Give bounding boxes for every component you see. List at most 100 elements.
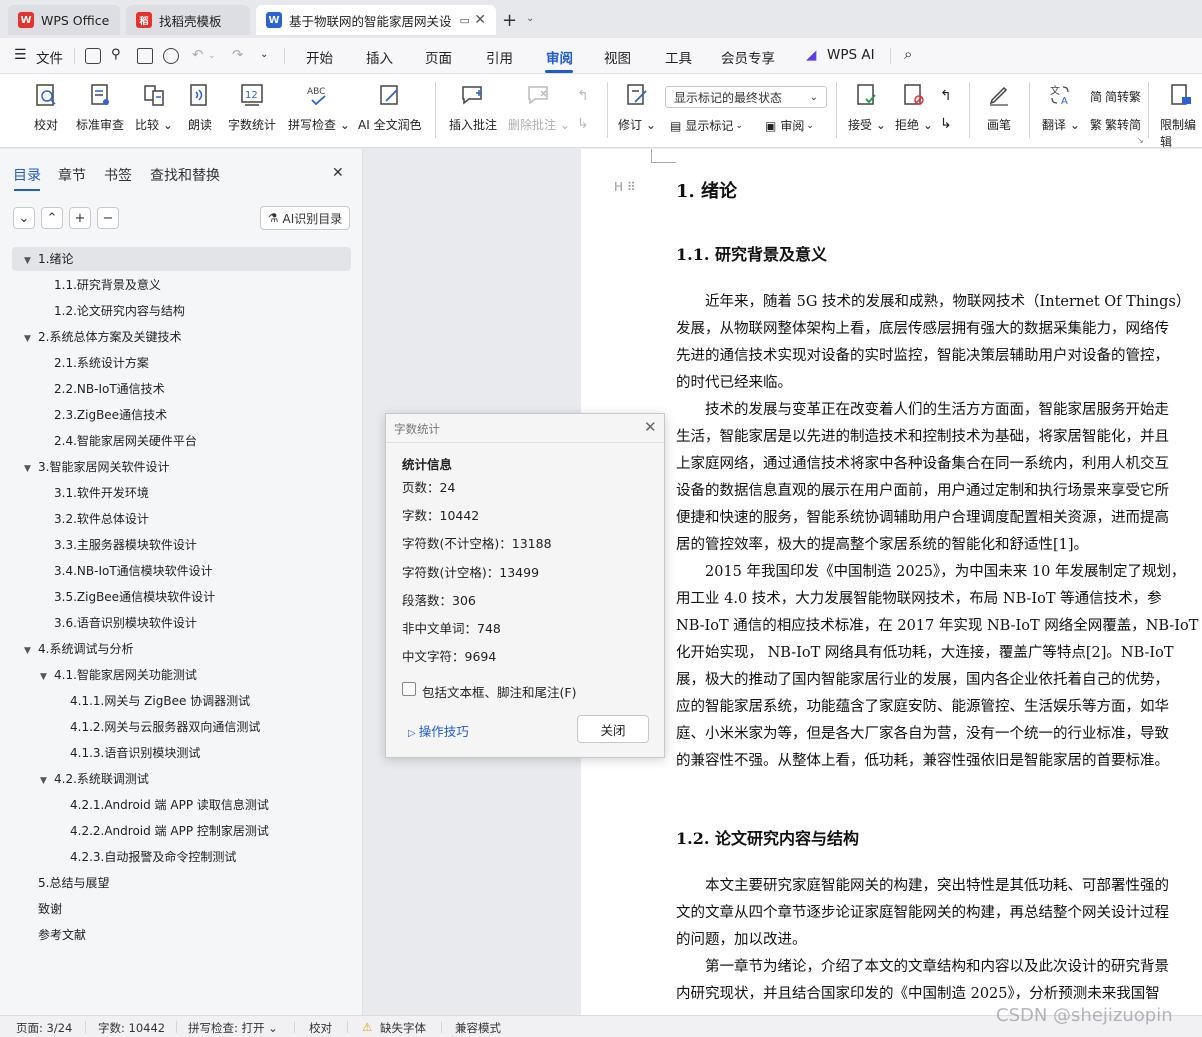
toc-item[interactable]: 3.2.软件总体设计 bbox=[40, 507, 149, 531]
ai-toc-button[interactable]: ⚗ AI识别目录 bbox=[260, 206, 350, 230]
toc-item[interactable]: 4.1.1.网关与 ZigBee 协调器测试 bbox=[56, 689, 250, 713]
expand-triangle-icon[interactable]: ▼ bbox=[40, 665, 54, 689]
toc-item[interactable]: 1.1.研究背景及意义 bbox=[40, 273, 161, 297]
track-changes-button[interactable]: 修订 ⌄ bbox=[618, 82, 656, 133]
plus-icon[interactable]: + bbox=[502, 10, 517, 31]
menu-member[interactable]: 会员专享 bbox=[721, 47, 775, 67]
toc-item[interactable]: ▼ 1.绪论 bbox=[24, 247, 73, 271]
tab-template[interactable]: 稻 找稻壳模板 bbox=[126, 5, 250, 35]
translate-button[interactable]: 文A 翻译 ⌄ bbox=[1042, 82, 1080, 133]
toc-item[interactable]: 参考文献 bbox=[24, 923, 86, 947]
restrict-editing-button[interactable]: 限制编辑 bbox=[1160, 82, 1202, 150]
tab-bookmarks[interactable]: 书签 bbox=[104, 165, 132, 185]
compare-button[interactable]: 比较 ⌄ bbox=[135, 82, 173, 133]
link-icon[interactable]: ⚲ bbox=[111, 47, 121, 62]
toc-item[interactable]: ▼ 3.智能家居网关软件设计 bbox=[24, 455, 169, 479]
tab-wps-office[interactable]: W WPS Office bbox=[8, 5, 120, 35]
chevron-down-icon[interactable]: ⌄ bbox=[526, 13, 534, 24]
toc-item[interactable]: 3.3.主服务器模块软件设计 bbox=[40, 533, 197, 557]
simplified-to-traditional-button[interactable]: 简简转繁 bbox=[1090, 88, 1141, 105]
demote-level-button[interactable]: − bbox=[97, 207, 119, 229]
menu-home[interactable]: 开始 bbox=[306, 47, 333, 67]
toc-item[interactable]: 4.2.1.Android 端 APP 读取信息测试 bbox=[56, 793, 269, 817]
expand-triangle-icon[interactable]: ▼ bbox=[24, 457, 38, 481]
insert-comment-button[interactable]: 插入批注 bbox=[449, 82, 497, 133]
markup-state-select[interactable]: 显示标记的最终状态 ⌄ bbox=[665, 86, 827, 108]
word-count-button[interactable]: 12 字数统计 bbox=[228, 82, 276, 133]
toc-item[interactable]: ▼ 4.2.系统联调测试 bbox=[40, 767, 149, 791]
tab-document[interactable]: W 基于物联网的智能家居网关设 ▭ ✕ bbox=[256, 5, 496, 35]
tab-find-replace[interactable]: 查找和替换 bbox=[150, 165, 220, 185]
menu-tools[interactable]: 工具 bbox=[665, 47, 692, 67]
menu-references[interactable]: 引用 bbox=[486, 47, 513, 67]
status-spellcheck[interactable]: 拼写检查: 打开 ⌄ bbox=[188, 1020, 278, 1036]
hamburger-icon[interactable]: ☰ bbox=[14, 47, 27, 63]
next-comment-icon[interactable]: ↳ bbox=[577, 116, 589, 132]
menu-page[interactable]: 页面 bbox=[425, 47, 452, 67]
menu-file[interactable]: 文件 bbox=[36, 47, 63, 67]
close-button[interactable]: 关闭 bbox=[577, 715, 649, 743]
proofread-button[interactable]: 校对 bbox=[33, 82, 59, 133]
toc-item[interactable]: 3.5.ZigBee通信模块软件设计 bbox=[40, 585, 215, 609]
toc-item[interactable]: ▼ 2.系统总体方案及关键技术 bbox=[24, 325, 181, 349]
toc-item[interactable]: 2.1.系统设计方案 bbox=[40, 351, 149, 375]
reject-button[interactable]: 拒绝 ⌄ bbox=[895, 82, 933, 133]
status-page[interactable]: 页面: 3/24 bbox=[16, 1020, 72, 1036]
toc-item[interactable]: 5.总结与展望 bbox=[24, 871, 109, 895]
toc-item[interactable]: 2.4.智能家居网关硬件平台 bbox=[40, 429, 197, 453]
review-pane-button[interactable]: ▣ 审阅 ⌄ bbox=[765, 117, 814, 134]
expand-all-button[interactable]: ⌄ bbox=[13, 207, 35, 229]
tab-chapters[interactable]: 章节 bbox=[58, 165, 86, 185]
close-icon[interactable]: ✕ bbox=[474, 12, 486, 28]
next-change-icon[interactable]: ↳ bbox=[940, 116, 952, 132]
menu-insert[interactable]: 插入 bbox=[366, 47, 393, 67]
heading-handle-icon[interactable]: H ⠿ bbox=[614, 180, 636, 194]
toc-item[interactable]: 3.1.软件开发环境 bbox=[40, 481, 149, 505]
print-icon[interactable] bbox=[137, 48, 153, 64]
pen-button[interactable]: 画笔 bbox=[986, 82, 1012, 133]
menu-wps-ai[interactable]: WPS AI bbox=[827, 47, 875, 63]
delete-comment-button[interactable]: 删除批注 ⌄ bbox=[508, 82, 570, 133]
save-icon[interactable] bbox=[85, 48, 101, 64]
close-icon[interactable]: ✕ bbox=[644, 418, 657, 436]
tab-toc[interactable]: 目录 bbox=[13, 165, 41, 185]
toc-item[interactable]: 致谢 bbox=[24, 897, 62, 921]
chevron-down-icon[interactable]: ⌄ bbox=[208, 51, 216, 61]
status-proof[interactable]: 校对 bbox=[309, 1020, 332, 1036]
toc-item[interactable]: 4.2.2.Android 端 APP 控制家居测试 bbox=[56, 819, 269, 843]
redo-icon[interactable]: ↷ bbox=[232, 47, 243, 63]
prev-change-icon[interactable]: ↰ bbox=[940, 88, 952, 104]
toc-item[interactable]: 3.6.语音识别模块软件设计 bbox=[40, 611, 197, 635]
undo-icon[interactable]: ↶ bbox=[192, 47, 203, 63]
toc-item[interactable]: ▼ 4.1.智能家居网关功能测试 bbox=[40, 663, 197, 687]
collapse-all-button[interactable]: ⌃ bbox=[41, 207, 63, 229]
traditional-to-simplified-button[interactable]: 繁繁转简 bbox=[1090, 116, 1141, 133]
accept-button[interactable]: 接受 ⌄ bbox=[848, 82, 886, 133]
close-icon[interactable]: ✕ bbox=[332, 165, 344, 181]
menu-review[interactable]: 审阅 bbox=[546, 47, 573, 67]
toc-item[interactable]: 4.1.2.网关与云服务器双向通信测试 bbox=[56, 715, 260, 739]
expand-triangle-icon[interactable]: ▼ bbox=[24, 639, 38, 663]
chevron-down-icon[interactable]: ⌄ bbox=[260, 49, 268, 60]
read-aloud-button[interactable]: 朗读 bbox=[187, 82, 213, 133]
expand-triangle-icon[interactable]: ▼ bbox=[24, 327, 38, 351]
tips-link[interactable]: ▷ 操作技巧 bbox=[408, 721, 469, 740]
menu-view[interactable]: 视图 bbox=[604, 47, 631, 67]
standard-review-button[interactable]: 标准审查 bbox=[76, 82, 124, 133]
include-textbox-checkbox[interactable] bbox=[402, 682, 416, 696]
print-preview-icon[interactable] bbox=[163, 48, 179, 64]
status-words[interactable]: 字数: 10442 bbox=[98, 1020, 165, 1036]
promote-level-button[interactable]: + bbox=[69, 207, 91, 229]
toc-item[interactable]: 2.2.NB-IoT通信技术 bbox=[40, 377, 165, 401]
ai-polish-button[interactable]: AI 全文润色 bbox=[358, 82, 422, 133]
expand-triangle-icon[interactable]: ▼ bbox=[40, 769, 54, 793]
toc-item[interactable]: 4.1.3.语音识别模块测试 bbox=[56, 741, 200, 765]
toc-item[interactable]: 3.4.NB-IoT通信模块软件设计 bbox=[40, 559, 213, 583]
spell-check-button[interactable]: ABC 拼写检查 ⌄ bbox=[288, 82, 350, 133]
status-compat-mode[interactable]: 兼容模式 bbox=[455, 1020, 501, 1036]
toc-item[interactable]: 4.2.3.自动报警及命令控制测试 bbox=[56, 845, 236, 869]
status-missing-font[interactable]: 缺失字体 bbox=[380, 1020, 426, 1036]
prev-comment-icon[interactable]: ↰ bbox=[577, 88, 589, 104]
show-markup-button[interactable]: ▤ 显示标记 ⌄ bbox=[670, 117, 743, 134]
expand-icon[interactable]: ↘ bbox=[1137, 136, 1144, 145]
